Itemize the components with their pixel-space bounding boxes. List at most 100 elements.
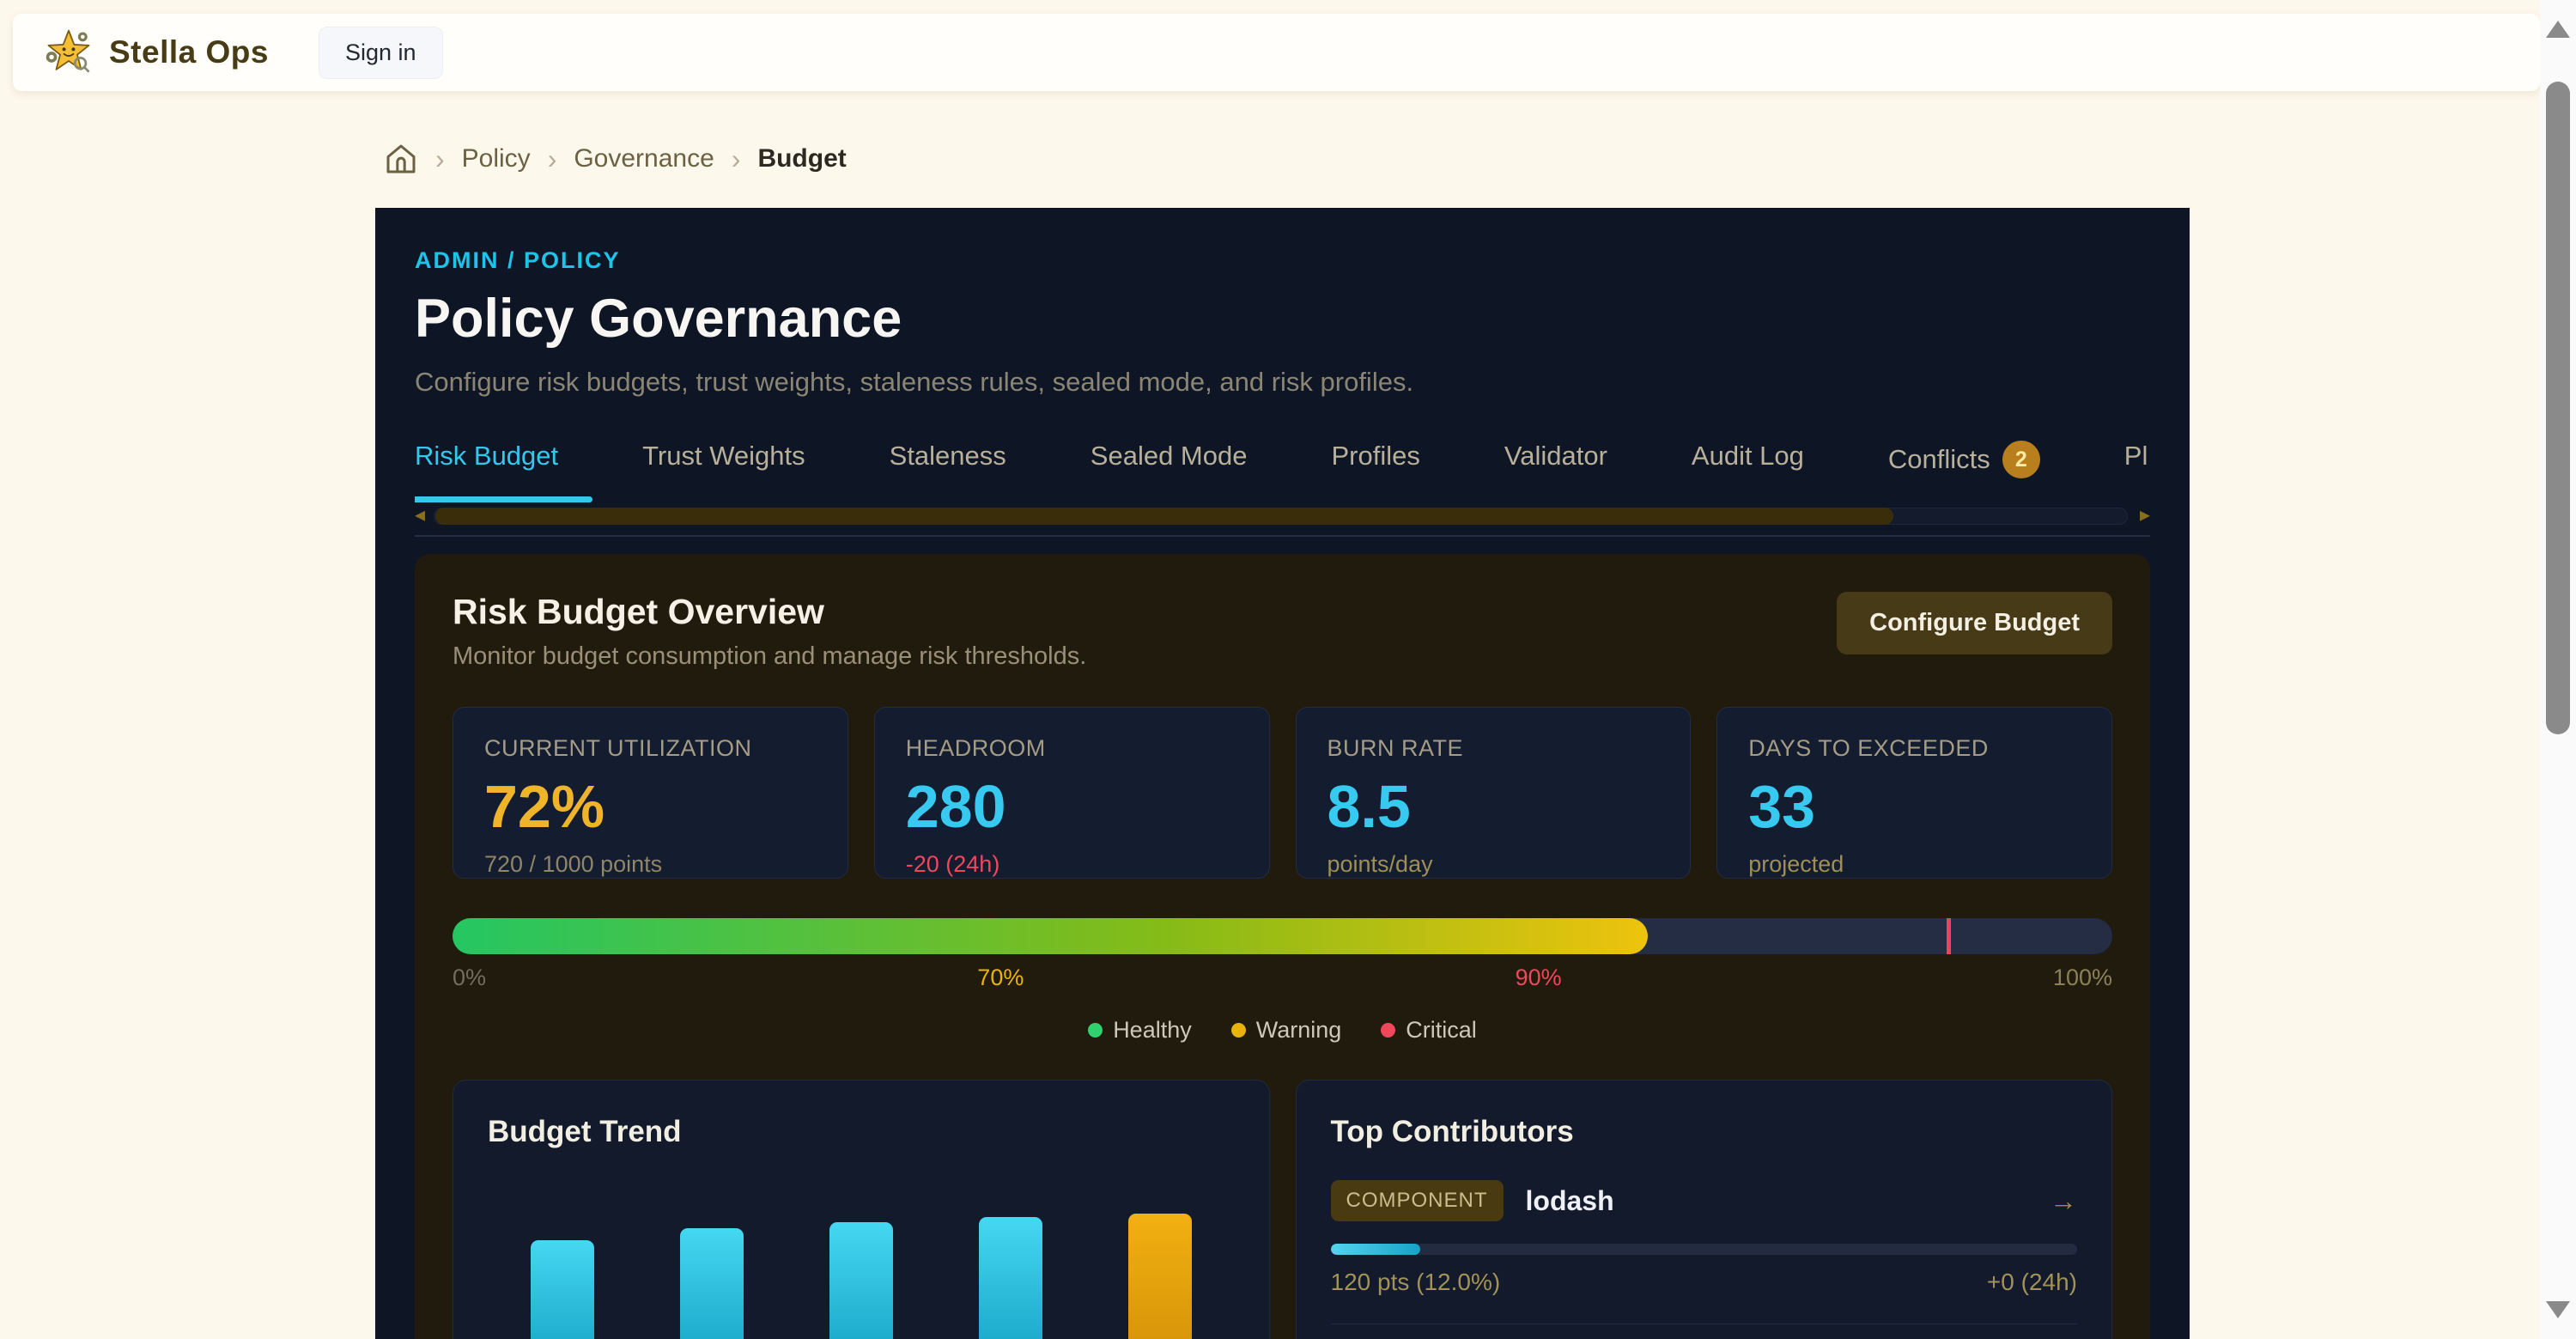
tab-label: Validator	[1504, 441, 1607, 472]
tab-scrollbar[interactable]: ◂ ▸	[415, 506, 2150, 526]
stat-label: DAYS TO EXCEEDED	[1748, 735, 2081, 762]
progress-fill	[453, 918, 1648, 954]
tab-divider	[415, 535, 2150, 537]
contributor-name: lodash	[1526, 1185, 1614, 1217]
chart-bar	[979, 1217, 1042, 1339]
chart-bar	[1128, 1214, 1192, 1339]
top-contributors-card: Top Contributors COMPONENT lodash → 120 pts…	[1296, 1080, 2113, 1339]
tab-profiles[interactable]: Profiles	[1331, 441, 1419, 502]
legend-dot-icon	[1231, 1023, 1246, 1038]
stat-label: CURRENT UTILIZATION	[484, 735, 817, 762]
scrollbar-down-icon[interactable]	[2546, 1301, 2570, 1318]
stat-sub: points/day	[1327, 851, 1660, 878]
budget-trend-chart: 12/112/812/1512/2212/29	[488, 1189, 1235, 1339]
home-icon[interactable]	[384, 142, 418, 176]
stat-value: 72%	[484, 772, 817, 841]
contributor-row[interactable]: COMPONENT lodash → 120 pts (12.0%) +0 (24h)	[1331, 1180, 2078, 1296]
tab-scrollbar-thumb[interactable]	[435, 508, 1893, 525]
tab-pl[interactable]: Pl	[2124, 441, 2148, 502]
stat-card: BURN RATE 8.5 points/day	[1296, 707, 1692, 879]
legend-item: Healthy	[1088, 1017, 1192, 1044]
threshold-label: 70%	[977, 965, 1024, 991]
stat-cards: CURRENT UTILIZATION 72% 720 / 1000 points H…	[453, 707, 2112, 879]
top-contributors-title: Top Contributors	[1331, 1115, 2078, 1149]
legend-item: Warning	[1231, 1017, 1342, 1044]
tab-label: Staleness	[890, 441, 1006, 472]
status-legend: Healthy Warning Critical	[453, 1017, 2112, 1044]
page-subtitle: Configure risk budgets, trust weights, s…	[415, 367, 2150, 398]
tab-trust-weights[interactable]: Trust Weights	[642, 441, 805, 502]
chart-bar-slot: 12/15	[829, 1222, 893, 1339]
breadcrumb-separator-icon: ›	[732, 143, 741, 175]
tab-label: Risk Budget	[415, 441, 558, 472]
tab-label: Audit Log	[1692, 441, 1804, 472]
trend-arrow-icon[interactable]: →	[2050, 1185, 2077, 1217]
stat-label: BURN RATE	[1327, 735, 1660, 762]
policy-governance-panel: ADMIN / POLICY Policy Governance Configu…	[375, 208, 2190, 1339]
stat-label: HEADROOM	[906, 735, 1238, 762]
stat-sub: 720 / 1000 points	[484, 851, 817, 878]
stat-value: 33	[1748, 772, 2081, 841]
breadcrumb-current: Budget	[757, 144, 846, 173]
app-header: Stella Ops Sign in	[13, 14, 2540, 91]
progress-track	[453, 918, 2112, 954]
tab-label: Pl	[2124, 441, 2148, 472]
chart-bar-slot: 12/22	[979, 1217, 1042, 1339]
tab-validator[interactable]: Validator	[1504, 441, 1607, 502]
app-title: Stella Ops	[109, 34, 269, 70]
stat-sub: projected	[1748, 851, 2081, 878]
contributor-bar-track	[1331, 1244, 2078, 1255]
section-eyebrow: ADMIN / POLICY	[415, 247, 2150, 274]
chart-bar	[829, 1222, 893, 1339]
breadcrumb-separator-icon: ›	[435, 143, 445, 175]
page-title: Policy Governance	[415, 288, 2150, 350]
chart-bar	[531, 1240, 594, 1339]
budget-trend-title: Budget Trend	[488, 1115, 1235, 1149]
scrollbar-up-icon[interactable]	[2546, 21, 2570, 38]
tab-sealed-mode[interactable]: Sealed Mode	[1091, 441, 1248, 502]
stat-sub: -20 (24h)	[906, 851, 1238, 878]
stella-ops-logo-icon	[44, 27, 94, 77]
threshold-label: 100%	[2053, 965, 2112, 991]
legend-item: Critical	[1381, 1017, 1477, 1044]
scrollbar-thumb[interactable]	[2546, 82, 2570, 734]
chart-bar-slot: 12/29	[1128, 1214, 1192, 1339]
overview-subtitle: Monitor budget consumption and manage ri…	[453, 642, 1086, 671]
overview-title: Risk Budget Overview	[453, 592, 1086, 632]
sign-in-button[interactable]: Sign in	[319, 27, 443, 79]
scroll-left-icon[interactable]: ◂	[415, 502, 425, 527]
stat-value: 280	[906, 772, 1238, 841]
budget-trend-card: Budget Trend 12/112/812/1512/2212/29	[453, 1080, 1270, 1339]
contributor-delta: +0 (24h)	[1987, 1269, 2077, 1296]
stat-card: DAYS TO EXCEEDED 33 projected	[1716, 707, 2112, 879]
contributor-points: 120 pts (12.0%)	[1331, 1269, 1501, 1296]
tab-risk-budget[interactable]: Risk Budget	[415, 441, 558, 502]
critical-threshold-marker	[1947, 918, 1951, 954]
tab-conflicts[interactable]: Conflicts2	[1888, 441, 2040, 504]
tab-label: Profiles	[1331, 441, 1419, 472]
tab-audit-log[interactable]: Audit Log	[1692, 441, 1804, 502]
chart-bar	[680, 1228, 744, 1339]
scroll-right-icon[interactable]: ▸	[2140, 502, 2150, 527]
breadcrumb-link[interactable]: Governance	[574, 144, 714, 173]
stat-card: CURRENT UTILIZATION 72% 720 / 1000 points	[453, 707, 848, 879]
stat-value: 8.5	[1327, 772, 1660, 841]
threshold-label: 90%	[1516, 965, 1562, 991]
tab-bar: Risk Budget Trust Weights Staleness Sealed …	[415, 441, 2150, 504]
risk-budget-overview-card: Risk Budget Overview Monitor budget cons…	[415, 554, 2150, 1339]
contributor-header: COMPONENT lodash →	[1331, 1180, 2078, 1221]
page-scrollbar[interactable]	[2540, 0, 2576, 1339]
contributor-stats: 120 pts (12.0%) +0 (24h)	[1331, 1269, 2078, 1296]
breadcrumb: ›Policy›Governance› Budget	[384, 142, 847, 176]
legend-label: Warning	[1256, 1017, 1342, 1044]
contributors-list: COMPONENTlodash→120 pts (12.0%)+0 (24h)V…	[1331, 1180, 2078, 1339]
budget-utilization-bar: 0% 70% 90% 100% Healthy Warning Critical	[453, 918, 2112, 1044]
configure-budget-button[interactable]: Configure Budget	[1837, 592, 2112, 654]
breadcrumb-link[interactable]: Policy	[462, 144, 531, 173]
threshold-label: 0%	[453, 965, 486, 991]
tab-label: Conflicts	[1888, 444, 1990, 475]
stat-card: HEADROOM 280 -20 (24h)	[874, 707, 1270, 879]
legend-label: Critical	[1406, 1017, 1477, 1044]
tab-staleness[interactable]: Staleness	[890, 441, 1006, 502]
contributor-type-badge: COMPONENT	[1331, 1180, 1504, 1221]
